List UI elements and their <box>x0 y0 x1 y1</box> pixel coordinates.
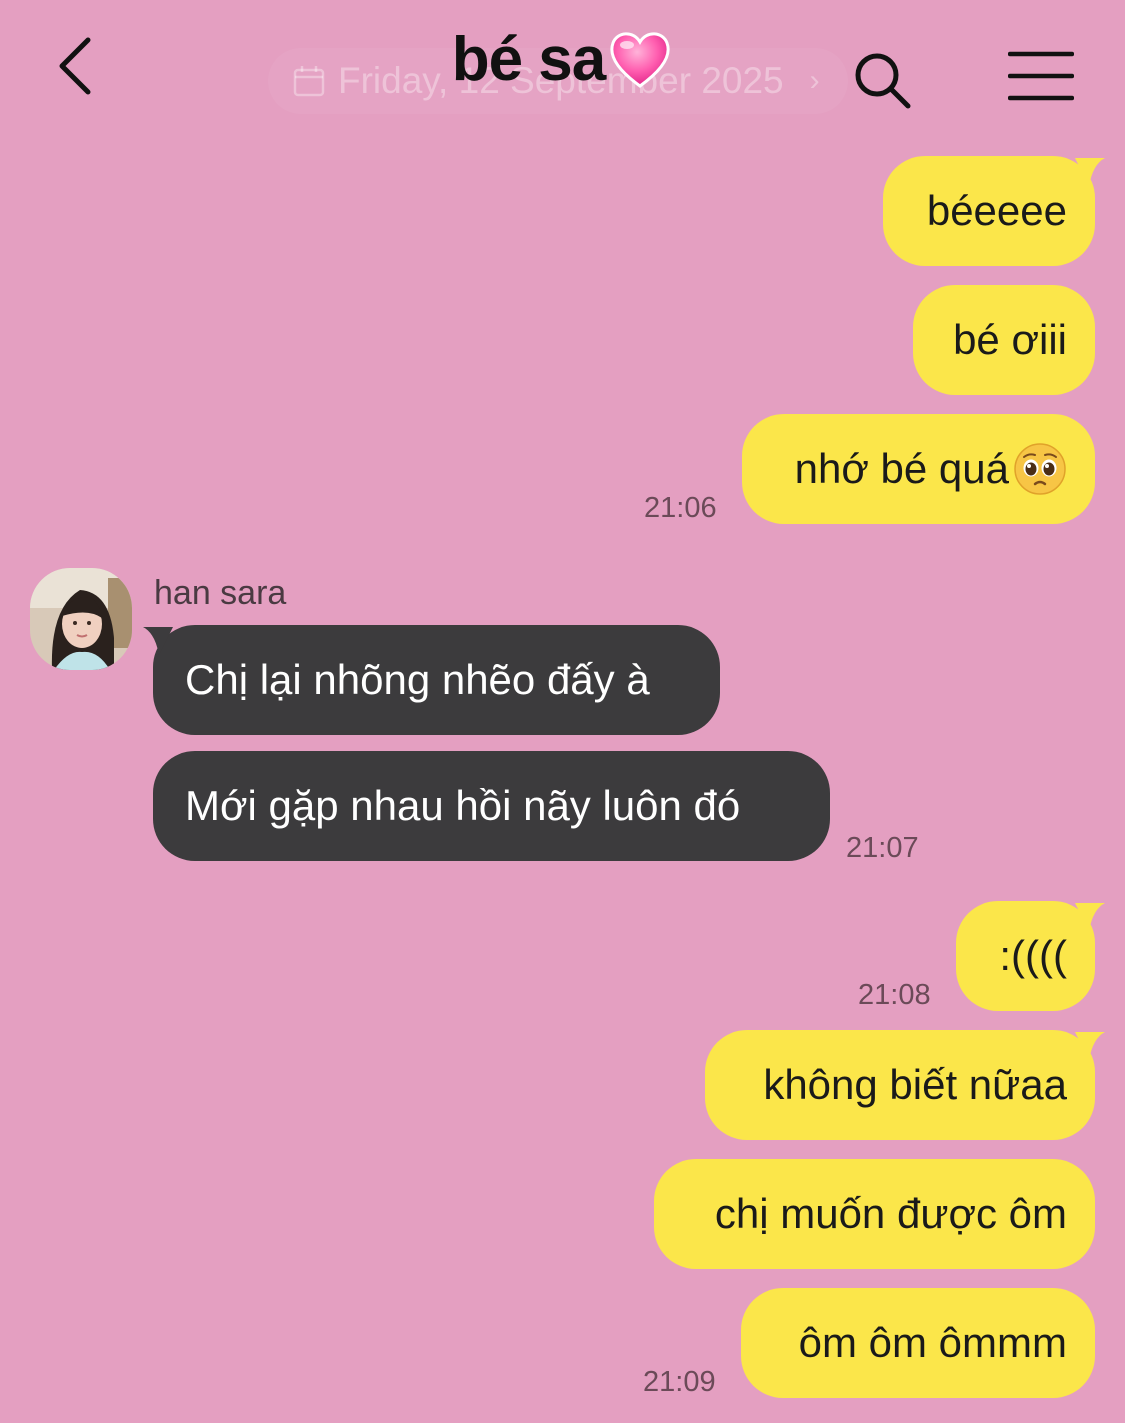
bubble-tail <box>143 627 173 655</box>
message-timestamp: 21:07 <box>846 832 919 864</box>
message-text: bé ơiii <box>953 316 1067 363</box>
message-text: béeeee <box>926 187 1067 234</box>
message-timestamp: 21:06 <box>644 492 717 524</box>
contact-avatar[interactable] <box>30 568 132 670</box>
hamburger-menu-icon[interactable] <box>1008 50 1074 102</box>
message-bubble-sent[interactable]: nhớ bé quá <box>742 414 1095 524</box>
message-text: :(((( <box>999 932 1067 979</box>
sender-name: han sara <box>154 574 287 612</box>
message-text: không biết nữaa <box>763 1061 1067 1108</box>
bubble-tail <box>1075 903 1105 931</box>
bubble-tail <box>1075 1032 1105 1060</box>
chat-title: bé sa <box>0 24 1125 95</box>
message-bubble-sent[interactable]: :(((( <box>956 901 1105 1011</box>
message-bubble-sent[interactable]: chị muốn được ôm <box>654 1159 1095 1269</box>
message-bubble-sent[interactable]: bé ơiii <box>913 285 1095 395</box>
message-bubble-received[interactable]: Mới gặp nhau hồi nãy luôn đó <box>153 751 830 861</box>
message-text: nhớ bé quá <box>794 445 1009 492</box>
message-bubble-received[interactable]: Chị lại nhõng nhẽo đấy à <box>143 625 720 735</box>
message-timestamp: 21:09 <box>643 1366 716 1398</box>
avatar-photo <box>30 568 132 670</box>
chat-title-text: bé sa <box>451 25 607 94</box>
search-icon[interactable] <box>850 48 914 112</box>
message-text: ôm ôm ômmm <box>798 1319 1067 1366</box>
bubble-tail <box>1075 158 1105 186</box>
message-bubble-sent[interactable]: béeeee <box>883 156 1105 266</box>
message-text: chị muốn được ôm <box>714 1190 1067 1237</box>
pleading-face-emoji-icon <box>1014 443 1066 495</box>
message-text: Chị lại nhõng nhẽo đấy à <box>185 656 650 703</box>
chat-header: Friday, 12 September 2025 › bé sa <box>0 0 1125 140</box>
message-bubble-sent[interactable]: không biết nữaa <box>705 1030 1105 1140</box>
message-bubble-sent[interactable]: ôm ôm ômmm <box>741 1288 1095 1398</box>
message-timestamp: 21:08 <box>858 979 931 1011</box>
message-text: Mới gặp nhau hồi nãy luôn đó <box>185 782 741 829</box>
pink-heart-icon <box>610 32 670 88</box>
